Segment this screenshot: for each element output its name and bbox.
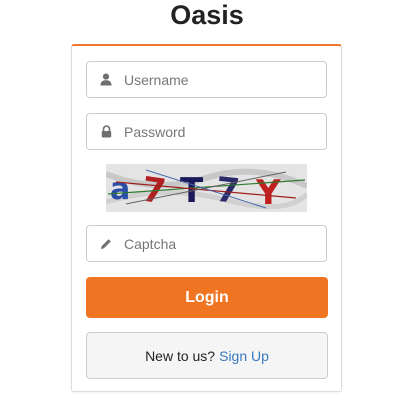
pencil-icon — [100, 237, 112, 251]
login-page: Oasis a 7 T 7 Y — [0, 0, 414, 408]
login-button[interactable]: Login — [86, 277, 328, 318]
page-title: Oasis — [170, 0, 244, 30]
svg-text:a: a — [110, 172, 130, 207]
user-icon — [100, 73, 112, 87]
signup-box: New to us? Sign Up — [86, 332, 328, 379]
lock-icon — [100, 125, 112, 139]
password-field[interactable] — [86, 113, 327, 150]
username-field[interactable] — [86, 61, 327, 98]
password-input[interactable] — [124, 123, 319, 140]
signup-prompt: New to us? — [145, 347, 216, 364]
captcha-image: a 7 T 7 Y — [106, 164, 307, 212]
captcha-field[interactable] — [86, 225, 327, 262]
captcha-input[interactable] — [124, 235, 319, 252]
username-input[interactable] — [124, 71, 319, 88]
signup-link[interactable]: Sign Up — [219, 348, 269, 364]
